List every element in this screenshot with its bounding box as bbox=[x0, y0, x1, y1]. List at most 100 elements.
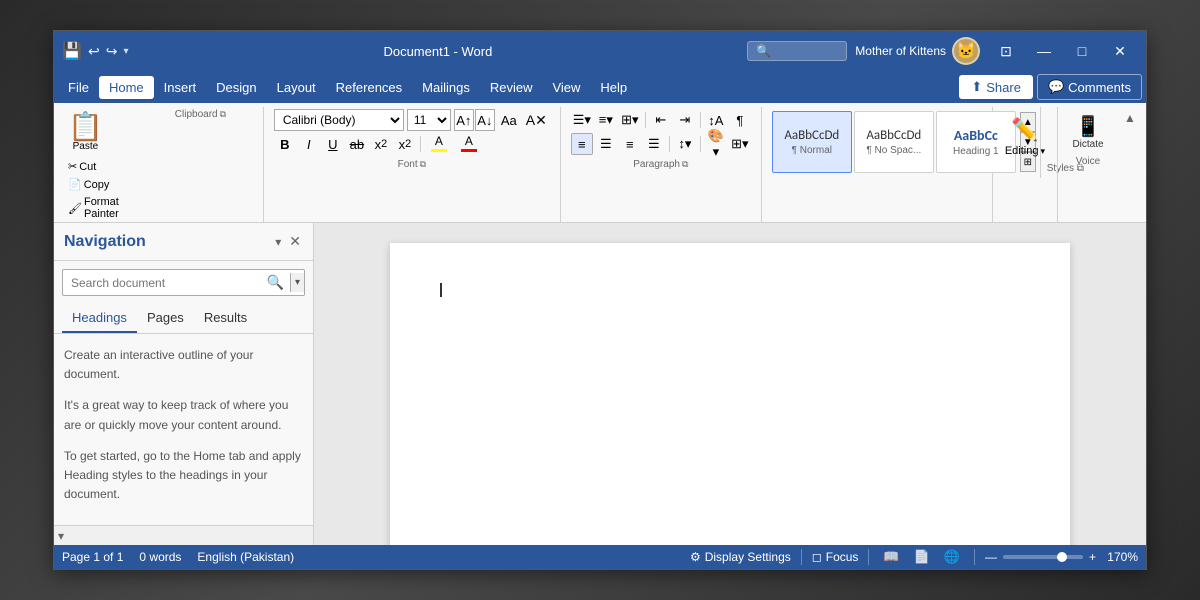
word-window: 💾 ↩ ↪ ▾ Document1 - Word 🔍 Mother of Kit… bbox=[53, 30, 1147, 570]
multilevel-list-button[interactable]: ⊞▾ bbox=[619, 109, 641, 131]
close-button[interactable]: ✕ bbox=[1102, 37, 1138, 65]
align-right-button[interactable]: ≡ bbox=[619, 133, 641, 155]
decrease-font-button[interactable]: A↓ bbox=[475, 109, 495, 131]
title-bar-left: 💾 ↩ ↪ ▾ bbox=[62, 41, 129, 61]
nav-tab-results[interactable]: Results bbox=[194, 304, 257, 333]
style-h1-label: Heading 1 bbox=[953, 146, 999, 157]
style-normal-preview: AaBbCcDd bbox=[784, 128, 839, 143]
superscript-button[interactable]: x2 bbox=[394, 133, 416, 155]
nav-bottom-dropdown[interactable]: ▾ bbox=[58, 529, 64, 543]
subscript-button[interactable]: x2 bbox=[370, 133, 392, 155]
change-case-button[interactable]: Aa bbox=[498, 111, 520, 130]
menu-review[interactable]: Review bbox=[480, 76, 543, 99]
title-search[interactable]: 🔍 bbox=[747, 41, 847, 61]
bold-button[interactable]: B bbox=[274, 133, 296, 155]
menu-design[interactable]: Design bbox=[206, 76, 266, 99]
document-area[interactable] bbox=[314, 223, 1146, 545]
zoom-slider[interactable] bbox=[1003, 555, 1083, 559]
nav-search-input[interactable] bbox=[63, 272, 261, 294]
cut-icon: ✂ bbox=[68, 160, 77, 173]
editing-dropdown-icon: ▾ bbox=[1040, 146, 1045, 157]
text-highlight-button[interactable]: A bbox=[425, 133, 453, 155]
display-settings-button[interactable]: ⚙ Display Settings bbox=[690, 550, 791, 564]
zoom-thumb[interactable] bbox=[1057, 552, 1067, 562]
user-info[interactable]: Mother of Kittens 🐱 bbox=[855, 37, 980, 65]
dictate-icon: 📱 bbox=[1076, 117, 1101, 137]
text-cursor bbox=[440, 283, 442, 297]
italic-button[interactable]: I bbox=[298, 133, 320, 155]
format-painter-icon: 🖌 bbox=[68, 202, 82, 215]
zoom-level[interactable]: 170% bbox=[1102, 550, 1138, 564]
menu-insert[interactable]: Insert bbox=[154, 76, 207, 99]
maximize-button[interactable]: □ bbox=[1064, 37, 1100, 65]
menu-mailings[interactable]: Mailings bbox=[412, 76, 480, 99]
format-painter-button[interactable]: 🖌 Format Painter bbox=[64, 194, 144, 222]
cut-button[interactable]: ✂ Cut bbox=[64, 158, 144, 175]
zoom-in-button[interactable]: + bbox=[1089, 550, 1096, 564]
nav-search-box[interactable]: 🔍 ▾ bbox=[62, 269, 305, 296]
dictate-button[interactable]: 📱 Dictate bbox=[1066, 113, 1110, 154]
nav-search-button[interactable]: 🔍 bbox=[261, 270, 290, 295]
read-mode-button[interactable]: 📖 bbox=[879, 547, 903, 567]
menu-references[interactable]: References bbox=[326, 76, 412, 99]
zoom-out-button[interactable]: — bbox=[985, 550, 997, 564]
copy-button[interactable]: 📄 Copy bbox=[64, 176, 144, 193]
font-color-button[interactable]: A bbox=[455, 133, 483, 155]
share-button[interactable]: ⬆ Share bbox=[959, 75, 1033, 99]
paste-label: Paste bbox=[73, 141, 99, 152]
minimize-button[interactable]: — bbox=[1026, 37, 1062, 65]
menu-home[interactable]: Home bbox=[99, 76, 154, 99]
document-page[interactable] bbox=[390, 243, 1070, 545]
increase-font-button[interactable]: A↑ bbox=[454, 109, 474, 131]
shading-button[interactable]: 🎨▾ bbox=[705, 133, 727, 155]
nav-dropdown-button[interactable]: ▾ bbox=[273, 233, 283, 251]
print-layout-button[interactable]: 📄 bbox=[910, 547, 934, 567]
nav-text-1: Create an interactive outline of your do… bbox=[64, 346, 303, 384]
editing-button[interactable]: ✏️ Editing ▾ bbox=[999, 113, 1051, 161]
numbered-list-button[interactable]: ≡▾ bbox=[595, 109, 617, 131]
justify-button[interactable]: ☰ bbox=[643, 133, 665, 155]
nav-close-button[interactable]: ✕ bbox=[287, 231, 303, 252]
para-group-label[interactable]: Paragraph ⧉ bbox=[567, 157, 755, 173]
font-color-letter: A bbox=[465, 134, 473, 148]
redo-button[interactable]: ↪ bbox=[106, 43, 118, 60]
clipboard-label[interactable]: Clipboard ⧉ bbox=[144, 107, 257, 123]
comments-button[interactable]: 💬 Comments bbox=[1037, 74, 1142, 100]
font-group-label[interactable]: Font ⧉ bbox=[270, 157, 554, 173]
style-no-spacing[interactable]: AaBbCcDd ¶ No Spac... bbox=[854, 111, 934, 173]
menu-view[interactable]: View bbox=[542, 76, 590, 99]
line-spacing-button[interactable]: ↕▾ bbox=[674, 133, 696, 155]
voice-label[interactable]: Voice bbox=[1064, 154, 1112, 170]
nav-tab-pages[interactable]: Pages bbox=[137, 304, 194, 333]
borders-button[interactable]: ⊞▾ bbox=[729, 133, 751, 155]
nav-search-dropdown[interactable]: ▾ bbox=[290, 273, 304, 292]
ribbon-collapse-button[interactable]: ▲ bbox=[1118, 107, 1142, 129]
comments-icon: 💬 bbox=[1048, 79, 1064, 95]
underline-button[interactable]: U bbox=[322, 133, 344, 155]
undo-button[interactable]: ↩ bbox=[88, 43, 100, 60]
align-center-button[interactable]: ☰ bbox=[595, 133, 617, 155]
menu-layout[interactable]: Layout bbox=[267, 76, 326, 99]
quick-access-dropdown[interactable]: ▾ bbox=[123, 46, 128, 57]
restore-down-button[interactable]: ⊡ bbox=[988, 37, 1024, 65]
paste-button[interactable]: 📋 Paste bbox=[64, 111, 107, 154]
title-right: 🔍 Mother of Kittens 🐱 ⊡ — □ ✕ bbox=[747, 37, 1138, 65]
clear-formatting-button[interactable]: A✕ bbox=[523, 110, 550, 131]
focus-icon: ◻ bbox=[812, 550, 822, 564]
strikethrough-button[interactable]: ab bbox=[346, 133, 368, 155]
menu-help[interactable]: Help bbox=[590, 76, 637, 99]
bullet-list-button[interactable]: ☰▾ bbox=[571, 109, 593, 131]
save-icon[interactable]: 💾 bbox=[62, 41, 82, 61]
style-normal[interactable]: AaBbCcDd ¶ Normal bbox=[772, 111, 852, 173]
increase-indent-button[interactable]: ⇥ bbox=[674, 109, 696, 131]
menu-file[interactable]: File bbox=[58, 76, 99, 99]
font-size-select[interactable]: 11 bbox=[407, 109, 451, 131]
align-left-button[interactable]: ≡ bbox=[571, 133, 593, 155]
word-count: 0 words bbox=[139, 550, 181, 564]
font-family-select[interactable]: Calibri (Body) bbox=[274, 109, 404, 131]
web-layout-button[interactable]: 🌐 bbox=[940, 547, 964, 567]
show-formatting-button[interactable]: ¶ bbox=[729, 109, 751, 131]
decrease-indent-button[interactable]: ⇤ bbox=[650, 109, 672, 131]
nav-tab-headings[interactable]: Headings bbox=[62, 304, 137, 333]
focus-button[interactable]: ◻ Focus bbox=[812, 550, 859, 564]
